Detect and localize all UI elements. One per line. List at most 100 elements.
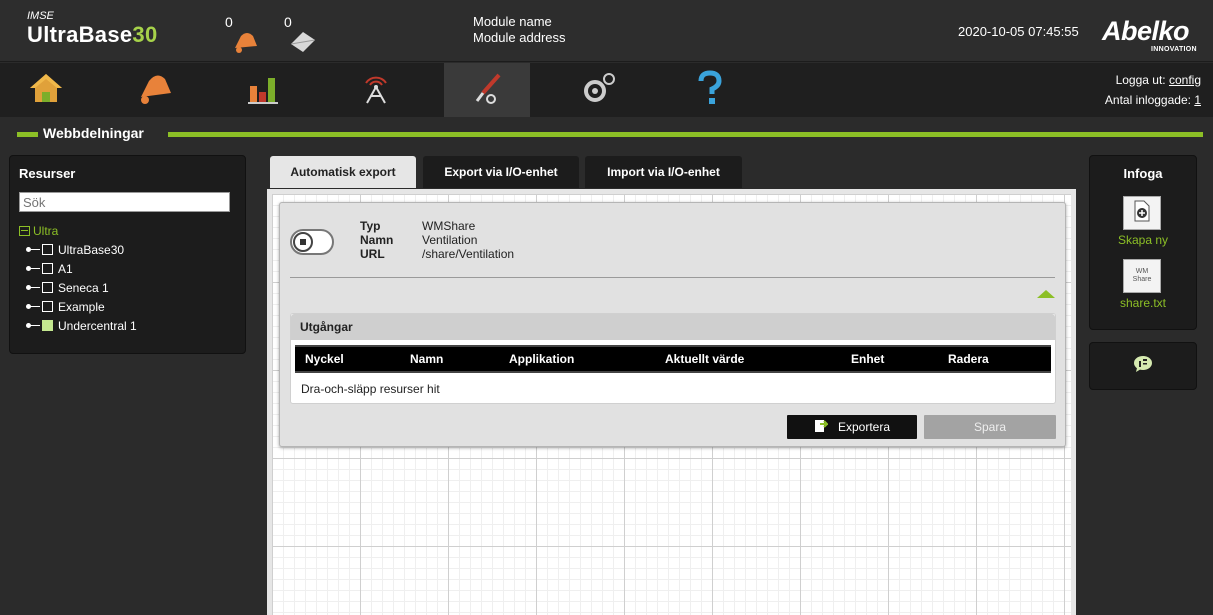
tree-item-a1[interactable]: A1 [19, 259, 137, 278]
wmshare-tile[interactable]: WM Share [1123, 259, 1161, 293]
tree-connector-icon [26, 304, 40, 309]
tree-checkbox[interactable] [42, 263, 53, 274]
session-info: Logga ut: config Antal inloggade: 1 [1105, 70, 1201, 110]
wm-line1: WM [1135, 268, 1149, 275]
company-logo-sub: INNOVATION [1151, 46, 1197, 53]
tree-root-label: Ultra [33, 223, 59, 238]
resource-search-input[interactable] [19, 192, 230, 212]
nav-charts[interactable] [221, 63, 307, 117]
resources-panel: Resurser Ultra UltraBase30 A1 Seneca 1 E… [9, 155, 246, 354]
nav-communication[interactable] [333, 63, 419, 117]
new-document-icon [1132, 200, 1152, 227]
drop-zone-hint[interactable]: Dra-och-släpp resurser hit [301, 382, 440, 396]
tree-item-seneca-1[interactable]: Seneca 1 [19, 278, 137, 297]
logout-label: Logga ut: [1115, 73, 1166, 87]
toggle-knob [293, 232, 313, 252]
section-title: Webbdelningar [43, 125, 144, 141]
share-toggle[interactable] [290, 229, 334, 255]
col-name[interactable]: Namn [410, 352, 443, 366]
outputs-section: Utgångar Nyckel Namn Applikation Aktuell… [290, 313, 1056, 404]
brand-prefix: IMSE [27, 10, 54, 22]
tree-checkbox-checked[interactable] [42, 320, 53, 331]
share-file-label[interactable]: share.txt [1090, 296, 1196, 310]
insert-panel: Infoga Skapa ny WM Share share.txt [1089, 155, 1197, 330]
create-new-label[interactable]: Skapa ny [1090, 233, 1196, 247]
section-line-left [17, 132, 38, 137]
logout-link[interactable]: config [1169, 73, 1201, 87]
export-button[interactable]: Exportera [787, 415, 917, 439]
tab-automatic-export[interactable]: Automatisk export [270, 156, 416, 188]
col-application[interactable]: Applikation [509, 352, 574, 366]
export-label: Exportera [837, 420, 891, 434]
wm-line2: Share [1132, 276, 1152, 283]
tree-item-label: UltraBase30 [58, 242, 125, 257]
nav-alarms[interactable] [112, 63, 198, 117]
collapse-icon[interactable] [19, 225, 30, 236]
tree-connector-icon [26, 247, 40, 252]
tree-item-label: Undercentral 1 [58, 318, 137, 333]
message-count: 0 [284, 14, 292, 30]
nav-system[interactable] [556, 63, 642, 117]
antenna-icon [358, 71, 394, 110]
section-line-right [168, 132, 1203, 137]
nav-settings-tools[interactable] [444, 63, 530, 117]
tree-connector-icon [26, 266, 40, 271]
home-icon [28, 72, 64, 109]
resource-tree: Ultra UltraBase30 A1 Seneca 1 Example Un… [19, 221, 137, 335]
tree-item-ultrabase30[interactable]: UltraBase30 [19, 240, 137, 259]
type-value: WMShare [422, 219, 476, 233]
logged-in-row: Antal inloggade: 1 [1105, 90, 1201, 110]
info-panel [1089, 342, 1197, 390]
create-new-tile[interactable] [1123, 196, 1161, 230]
main-nav: Logga ut: config Antal inloggade: 1 [0, 63, 1213, 117]
url-label: URL [360, 247, 385, 261]
top-header: IMSE UltraBase30 0 0 Module name Module … [0, 0, 1213, 62]
tab-import-io[interactable]: Import via I/O-enhet [585, 156, 742, 188]
name-label: Namn [360, 233, 394, 247]
outputs-header: Utgångar [291, 314, 1055, 340]
share-info-values: WMShare Ventilation /share/Ventilation [422, 219, 514, 261]
collapse-up-icon[interactable] [1037, 290, 1055, 298]
section-bar: Webbdelningar [0, 123, 1213, 145]
tab-export-io[interactable]: Export via I/O-enhet [423, 156, 579, 188]
brand-number: 30 [132, 22, 158, 47]
col-delete[interactable]: Radera [948, 352, 989, 366]
help-icon [695, 69, 725, 111]
url-value: /share/Ventilation [422, 247, 515, 261]
type-label: Typ [360, 219, 381, 233]
col-key[interactable]: Nyckel [305, 352, 344, 366]
name-value: Ventilation [422, 233, 478, 247]
info-icon[interactable] [1133, 355, 1153, 378]
tree-checkbox[interactable] [42, 282, 53, 293]
tools-icon [469, 71, 505, 110]
gears-icon [581, 71, 617, 110]
envelope-icon[interactable] [289, 30, 317, 57]
tree-item-undercentral-1[interactable]: Undercentral 1 [19, 316, 137, 335]
tree-item-example[interactable]: Example [19, 297, 137, 316]
tree-item-label: Example [58, 299, 105, 314]
alarm-count: 0 [225, 14, 233, 30]
company-logo: Abelko [1102, 16, 1190, 46]
logged-in-label: Antal inloggade: [1104, 93, 1191, 107]
module-info: Module name Module address [473, 14, 566, 46]
nav-home[interactable] [3, 63, 89, 117]
tree-root-ultra[interactable]: Ultra [19, 221, 137, 240]
outputs-table-header: Nyckel Namn Applikation Aktuellt värde E… [295, 345, 1051, 373]
tree-connector-icon [26, 323, 40, 328]
col-unit[interactable]: Enhet [851, 352, 884, 366]
resources-title: Resurser [19, 166, 76, 181]
current-datetime: 2020-10-05 07:45:55 [958, 24, 1079, 39]
tree-checkbox[interactable] [42, 301, 53, 312]
module-name: Module name [473, 14, 552, 29]
alarm-bell-icon[interactable] [231, 30, 259, 59]
logged-in-count[interactable]: 1 [1194, 93, 1201, 107]
save-button[interactable]: Spara [924, 415, 1056, 439]
insert-title: Infoga [1123, 166, 1163, 181]
brand-title: UltraBase30 [27, 22, 158, 48]
tree-item-label: A1 [58, 261, 73, 276]
tree-checkbox[interactable] [42, 244, 53, 255]
nav-help[interactable] [667, 63, 753, 117]
col-current-value[interactable]: Aktuellt värde [665, 352, 744, 366]
export-icon [814, 419, 830, 436]
logout-row: Logga ut: config [1105, 70, 1201, 90]
